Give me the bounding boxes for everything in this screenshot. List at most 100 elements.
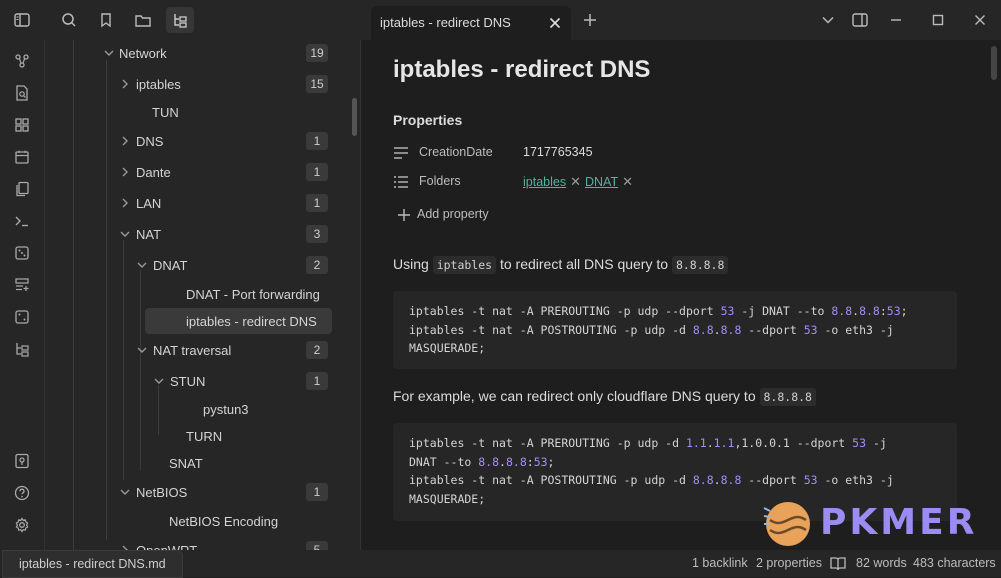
text: to redirect all DNS query to [499,256,669,272]
chevron-right-icon[interactable] [119,78,131,90]
property-value[interactable]: 1717765345 [523,145,593,159]
file-count-badge: 19 [306,44,328,62]
tree-item-label: NAT traversal [153,343,232,358]
code-text: : [526,454,534,469]
backlinks-count[interactable]: 1 backlink [692,556,748,570]
code-line: iptables -t nat -A POSTROUTING -p udp -d… [409,321,941,340]
remove-tag-icon[interactable]: ✕ [622,174,633,189]
folder-tree-icon[interactable] [166,7,194,33]
chevron-right-icon[interactable] [119,166,131,178]
inline-code: 8.8.8.8 [759,388,816,406]
dice-alt-icon[interactable] [12,307,32,327]
add-property-label: Add property [417,207,489,221]
watermark-text: PKMER [820,502,978,543]
note-title[interactable]: iptables - redirect DNS [393,56,650,84]
tree-folder[interactable]: DNAT 2 [49,252,329,278]
word-count: 82 words [856,556,907,570]
settings-gear-icon[interactable] [12,515,32,535]
properties-count[interactable]: 2 properties [756,556,822,570]
code-text: --dport [741,473,804,487]
tree-file[interactable]: TUN [49,99,329,125]
paragraph[interactable]: Using iptables to redirect all DNS query… [393,256,729,274]
tree-folder[interactable]: STUN 1 [49,368,329,394]
tree-folder[interactable]: NetBIOS 1 [49,479,329,505]
folder-tree-icon[interactable] [12,339,32,359]
code-text: ,1.0.0.1 --dport [734,436,853,450]
property-creation-date[interactable]: CreationDate 1717765345 [393,141,953,165]
status-bar: iptables - redirect DNS.md 1 backlink 2 … [0,550,1001,578]
file-search-icon[interactable] [12,83,32,103]
minimize-icon[interactable] [882,7,910,33]
tree-folder[interactable]: DNS 1 [49,128,329,154]
property-value: iptables ✕ DNAT ✕ [523,174,637,190]
code-text: -j DNAT --to [734,304,832,318]
bookmark-icon[interactable] [92,7,120,33]
sidebar-scrollbar[interactable] [352,98,357,136]
close-tab-icon[interactable] [547,15,563,31]
search-icon[interactable] [55,7,83,33]
tree-file[interactable]: NetBIOS Encoding [49,508,329,534]
graph-view-icon[interactable] [12,51,32,71]
code-number: 53 [886,304,901,318]
help-icon[interactable] [12,483,32,503]
chevron-right-icon[interactable] [119,135,131,147]
chevron-down-icon[interactable] [119,228,131,240]
tree-folder[interactable]: Dante 1 [49,159,329,185]
file-tree: Network 19 iptables 15 TUN DNS 1 Dante 1 LAN 1 NAT 3… [45,40,360,550]
status-file-name[interactable]: iptables - redirect DNS.md [2,550,183,578]
calendar-icon[interactable] [12,147,32,167]
new-tab-icon[interactable] [576,7,604,33]
terminal-icon[interactable] [12,211,32,231]
active-tab[interactable]: iptables - redirect DNS [371,6,571,40]
tab-list-chevron-down-icon[interactable] [814,7,842,33]
tab-title: iptables - redirect DNS [380,15,511,30]
property-folders[interactable]: Folders iptables ✕ DNAT ✕ [393,170,953,194]
chevron-down-icon[interactable] [153,375,165,387]
toggle-sidebar-icon[interactable] [8,7,36,33]
tree-file[interactable]: iptables - redirect DNS [145,308,332,334]
code-block[interactable]: iptables -t nat -A PREROUTING -p udp --d… [393,291,957,369]
tree-folder[interactable]: OpenWRT 5 [49,537,329,550]
folder-tag[interactable]: DNAT [585,175,618,189]
chevron-down-icon[interactable] [119,486,131,498]
code-text: --dport [741,322,804,337]
tree-item-label: DNAT [153,258,188,273]
tree-folder[interactable]: NAT 3 [49,221,329,247]
canvas-grid-icon[interactable] [12,115,32,135]
remove-tag-icon[interactable]: ✕ [570,174,581,189]
folder-icon[interactable] [129,7,157,33]
reading-mode-book-icon[interactable] [830,556,846,571]
tree-file[interactable]: TURN [49,423,329,449]
file-count-badge: 3 [306,225,328,243]
list-plus-icon[interactable] [12,275,32,295]
editor-scrollbar[interactable] [991,46,997,80]
inline-code: 8.8.8.8 [671,256,729,274]
chevron-down-icon[interactable] [103,47,115,59]
maximize-icon[interactable] [924,7,952,33]
dice-icon[interactable] [12,243,32,263]
add-property-button[interactable]: Add property [393,203,953,227]
chevron-right-icon[interactable] [119,197,131,209]
tree-folder[interactable]: iptables 15 [49,71,329,97]
code-number: 8.8 [505,454,527,469]
tree-folder[interactable]: NAT traversal 2 [49,337,329,363]
pkmer-logo-icon [763,502,810,546]
tree-file[interactable]: DNAT - Port forwarding [49,281,329,307]
code-number: 53 [720,304,735,318]
file-count-badge: 15 [306,75,328,93]
toggle-right-sidebar-icon[interactable] [846,7,874,33]
folder-tag[interactable]: iptables [523,175,566,189]
tree-folder[interactable]: LAN 1 [49,190,329,216]
close-window-icon[interactable] [966,7,994,33]
tree-folder[interactable]: Network 19 [49,40,329,66]
tree-item-label: NetBIOS [136,485,188,500]
tree-file[interactable]: SNAT [49,450,329,476]
chevron-down-icon[interactable] [136,344,148,356]
chevron-down-icon[interactable] [136,259,148,271]
paragraph[interactable]: For example, we can redirect only cloudf… [393,388,816,406]
tree-file[interactable]: pystun3 [49,396,329,422]
code-number: 53 [803,322,818,337]
vault-switcher-icon[interactable] [12,451,32,471]
copy-files-icon[interactable] [12,179,32,199]
properties-heading[interactable]: Properties [393,112,462,128]
